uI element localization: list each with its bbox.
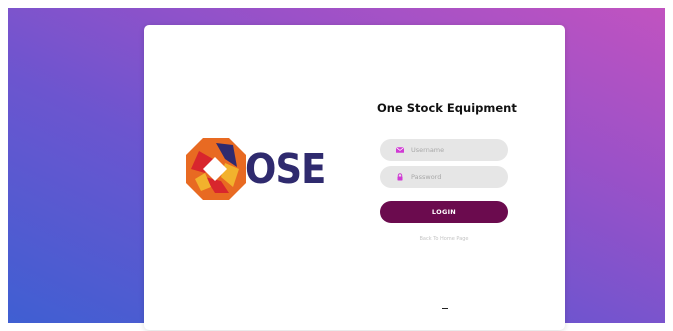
envelope-icon	[396, 147, 404, 153]
ose-logo-mark-icon	[186, 138, 246, 200]
login-card: OSE One Stock Equipment LOGIN Back To Ho…	[144, 25, 565, 330]
app-title: One Stock Equipment	[377, 101, 517, 115]
username-input[interactable]	[411, 139, 501, 161]
lock-icon	[397, 173, 403, 181]
login-button[interactable]: LOGIN	[380, 201, 508, 223]
footer-dash-mark: -	[442, 308, 448, 310]
logo-wordmark: OSE	[245, 145, 326, 193]
ose-logo: OSE	[185, 137, 326, 201]
back-to-home-link[interactable]: Back To Home Page	[380, 236, 508, 242]
password-field[interactable]	[380, 166, 508, 188]
page-background: OSE One Stock Equipment LOGIN Back To Ho…	[8, 8, 665, 330]
username-field[interactable]	[380, 139, 508, 161]
password-input[interactable]	[411, 166, 501, 188]
